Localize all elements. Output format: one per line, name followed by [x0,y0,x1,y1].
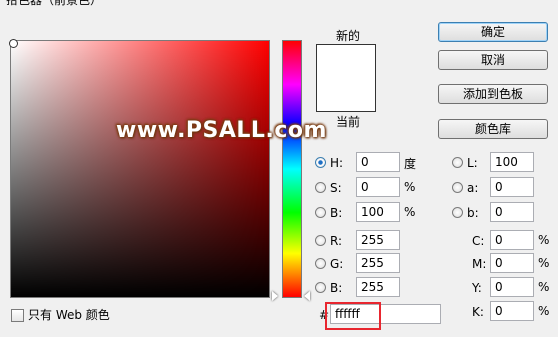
input-y[interactable]: 0 [490,277,534,297]
add-to-swatches-button[interactable]: 添加到色板 [438,84,548,104]
radio-a[interactable] [452,182,463,193]
label-c: C: [472,234,485,248]
web-colors-only-label: 只有 Web 颜色 [28,308,110,322]
new-color-label: 新的 [335,29,360,43]
input-g[interactable]: 255 [356,253,400,273]
radio-b-lab[interactable] [452,207,463,218]
input-s[interactable]: 0 [356,177,400,197]
label-b-lab: b: [467,206,479,220]
web-colors-only-checkbox[interactable] [11,309,24,322]
dialog-title: 拾色器（前景色） [0,0,558,9]
input-k[interactable]: 0 [490,301,534,321]
label-y: Y: [472,281,482,295]
current-color-label: 当前 [335,115,360,129]
label-r: R: [330,234,343,248]
color-libraries-button[interactable]: 颜色库 [438,119,548,139]
label-s: S: [330,181,342,195]
radio-r[interactable] [315,235,326,246]
unit-percent-k: % [538,304,550,318]
input-h[interactable]: 0 [356,152,400,172]
label-g: G: [330,257,344,271]
label-k: K: [472,305,484,319]
hue-slider[interactable] [282,40,302,298]
watermark-text: www.PSALL.com [116,118,327,143]
label-m: M: [472,257,487,271]
color-picker-circle[interactable] [9,39,18,48]
unit-percent-m: % [538,256,550,270]
input-b-lab[interactable]: 0 [490,202,534,222]
hue-slider-right-arrow[interactable] [304,291,310,301]
input-a[interactable]: 0 [490,177,534,197]
input-c[interactable]: 0 [490,230,534,250]
label-b-rgb: B: [330,281,343,295]
unit-percent-y: % [538,280,550,294]
radio-l[interactable] [452,157,463,168]
radio-b-rgb[interactable] [315,282,326,293]
label-a: a: [467,181,479,195]
hue-slider-left-arrow[interactable] [272,291,278,301]
input-b-hsb[interactable]: 100 [356,202,400,222]
radio-g[interactable] [315,258,326,269]
radio-s[interactable] [315,182,326,193]
input-m[interactable]: 0 [490,253,534,273]
new-color-swatch [316,44,376,112]
unit-percent-b: % [404,205,416,219]
unit-degree: 度 [404,157,417,171]
label-b-hsb: B: [330,206,343,220]
unit-percent-c: % [538,233,550,247]
input-l[interactable]: 100 [490,152,534,172]
hex-highlight-box [325,302,381,330]
label-h: H: [330,156,344,170]
cancel-button[interactable]: 取消 [438,50,548,70]
ok-button[interactable]: 确定 [438,22,548,42]
color-field[interactable] [10,40,270,298]
input-r[interactable]: 255 [356,230,400,250]
label-l: L: [467,156,478,170]
radio-b-hsb[interactable] [315,207,326,218]
input-b-rgb[interactable]: 255 [356,277,400,297]
unit-percent-s: % [404,180,416,194]
radio-h[interactable] [315,157,326,168]
